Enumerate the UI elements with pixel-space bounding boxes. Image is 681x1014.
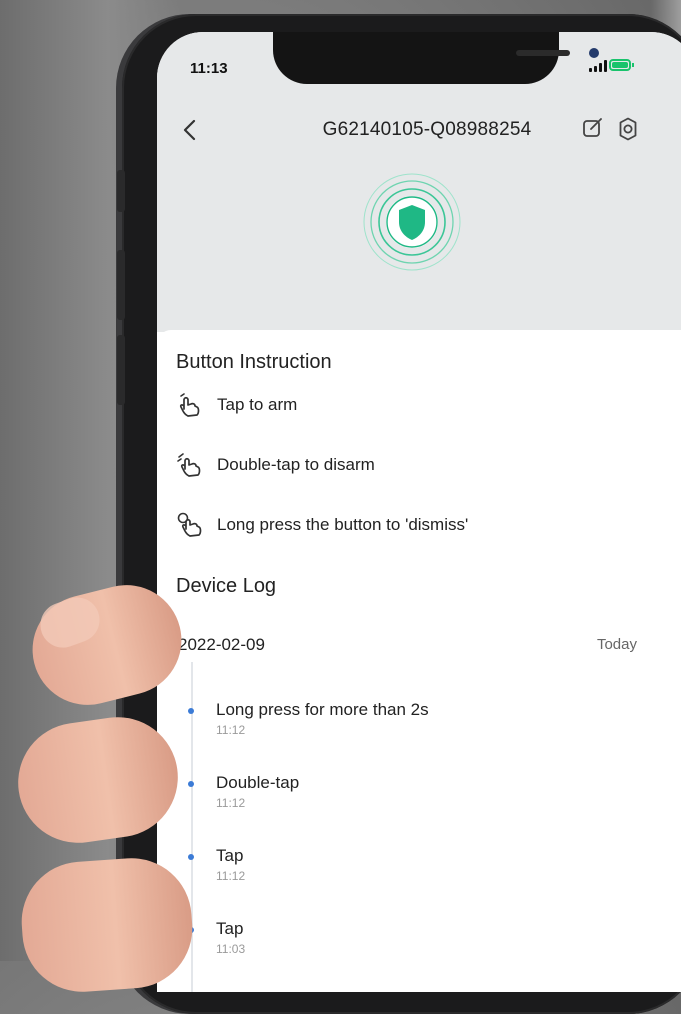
instruction-long-press-label: Long press the button to 'dismiss' bbox=[217, 515, 469, 534]
notch-speaker bbox=[516, 50, 570, 56]
instruction-double-tap: Double-tap to disarm bbox=[175, 451, 375, 479]
log-time: 11:03 bbox=[216, 942, 246, 956]
log-event: Double-tap bbox=[216, 773, 300, 792]
app-screen: 11:13 G62140105-Q08988254 Button Instruc… bbox=[157, 32, 681, 992]
security-status-shield bbox=[363, 173, 461, 271]
phone-volume-down bbox=[117, 335, 125, 405]
gear-icon[interactable] bbox=[615, 116, 641, 142]
battery-icon bbox=[609, 59, 634, 71]
log-date: 2022-02-09 bbox=[178, 635, 265, 654]
timeline-dot bbox=[188, 781, 194, 787]
phone-volume-up bbox=[117, 250, 125, 320]
log-event: Long press for more than 2s bbox=[216, 700, 429, 719]
log-time: 11:12 bbox=[216, 723, 246, 737]
log-time: 11:12 bbox=[216, 869, 246, 883]
edit-icon[interactable] bbox=[581, 116, 605, 140]
hand-finger bbox=[17, 854, 197, 996]
device-log-title: Device Log bbox=[176, 575, 277, 597]
phone-mute-switch bbox=[117, 170, 125, 212]
signal-icon bbox=[589, 60, 607, 72]
long-press-hand-icon bbox=[177, 512, 202, 537]
log-date-label: Today bbox=[596, 636, 637, 653]
instruction-tap-label: Tap to arm bbox=[217, 395, 298, 414]
log-time: 11:12 bbox=[216, 796, 246, 810]
notch-camera bbox=[589, 48, 599, 58]
log-event: Tap bbox=[216, 846, 244, 865]
timeline-dot bbox=[188, 854, 194, 860]
instruction-long-press: Long press the button to 'dismiss' bbox=[175, 511, 468, 539]
double-tap-hand-icon bbox=[177, 453, 201, 477]
status-time: 11:13 bbox=[190, 60, 228, 77]
timeline-dot bbox=[188, 708, 194, 714]
content-panel: Button Instruction Tap to arm Double-tap… bbox=[157, 330, 681, 992]
instruction-double-tap-label: Double-tap to disarm bbox=[217, 455, 375, 474]
phone-notch bbox=[273, 32, 599, 84]
button-instruction-title: Button Instruction bbox=[176, 351, 332, 373]
instruction-tap: Tap to arm bbox=[175, 391, 297, 419]
log-event: Tap bbox=[216, 919, 244, 938]
tap-hand-icon bbox=[179, 393, 200, 417]
